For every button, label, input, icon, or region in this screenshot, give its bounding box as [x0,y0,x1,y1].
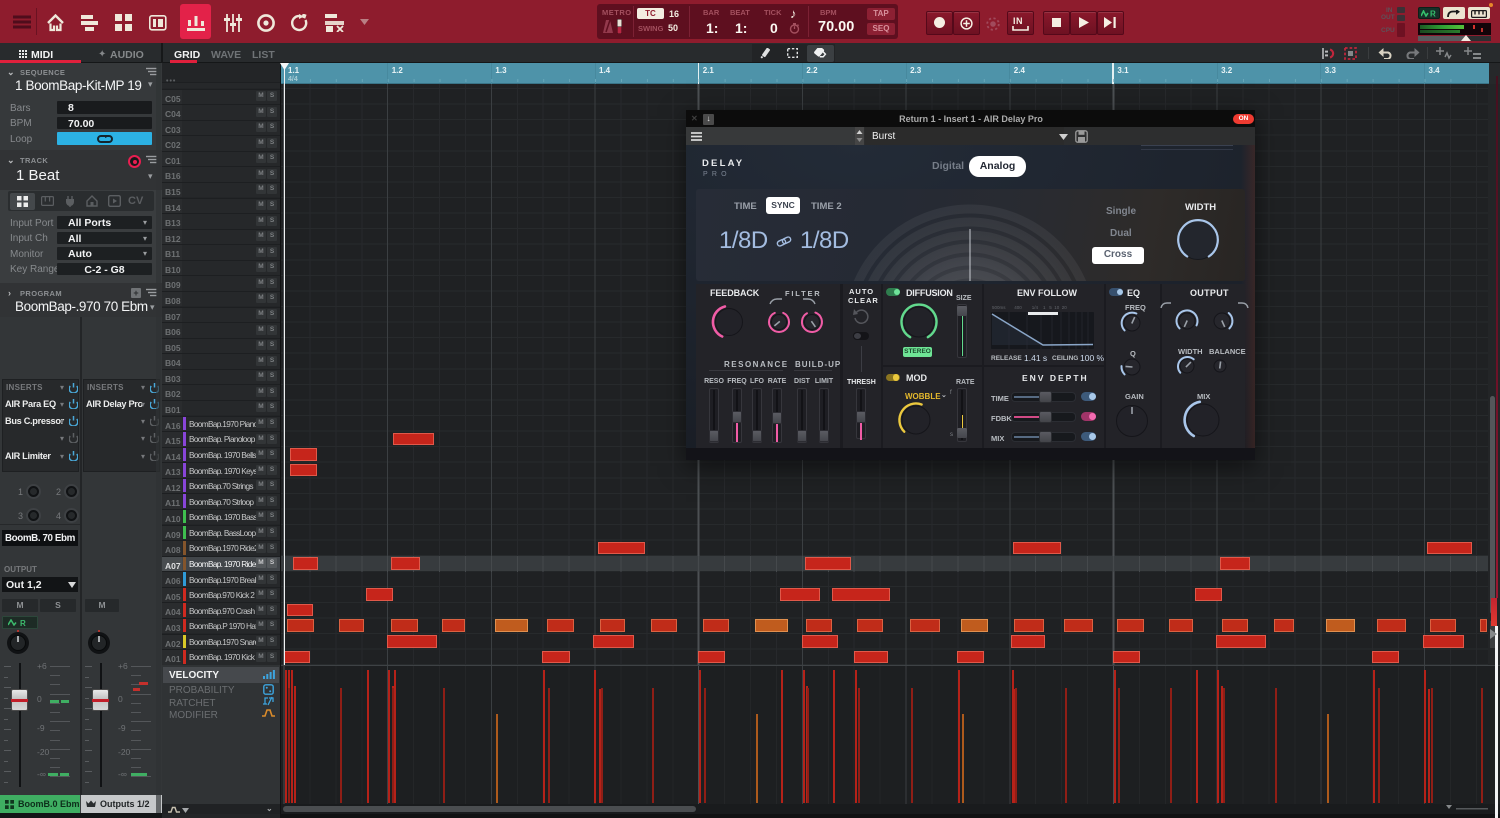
svg-text:R: R [20,619,26,626]
svg-text:R: R [1430,10,1436,17]
